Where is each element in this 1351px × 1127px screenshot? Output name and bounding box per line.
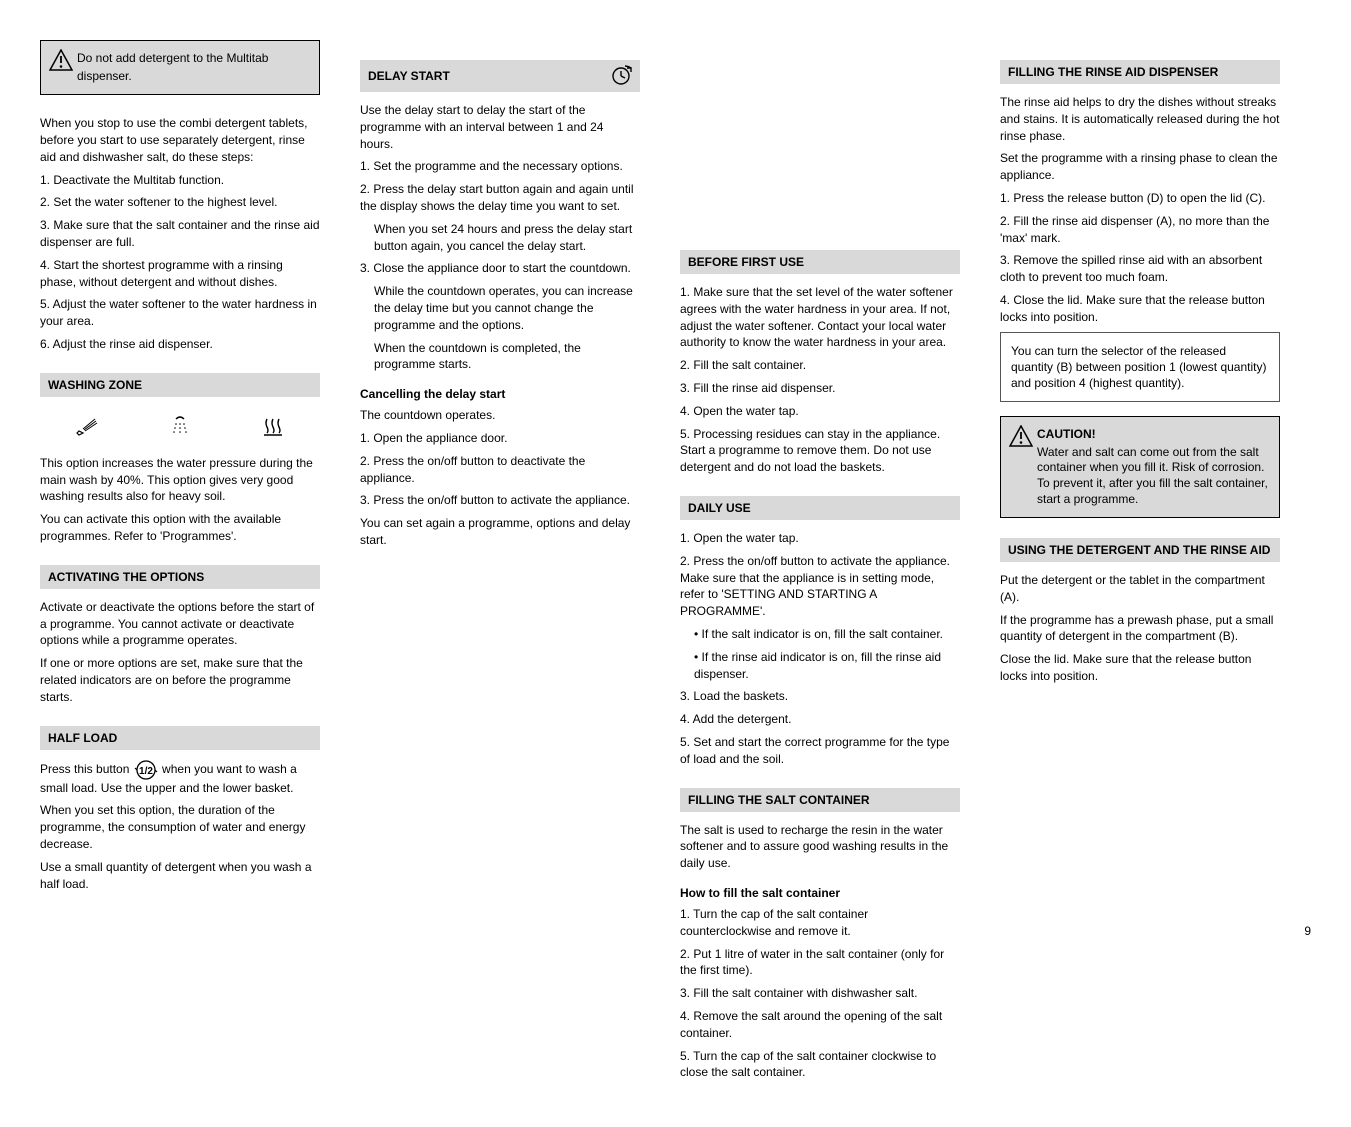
salt-s5: 5. Turn the cap of the salt container cl… [680, 1048, 960, 1082]
det-l2: If the programme has a prewash phase, pu… [1000, 612, 1280, 646]
cancel-delay-p1: The countdown operates. [360, 407, 640, 424]
halfload-p1: Press this button when you want to wash … [40, 760, 320, 797]
warning-triangle-icon [49, 49, 73, 71]
step-1: 1. Deactivate the Multitab function. [40, 172, 320, 189]
du-b2: • If the rinse aid indicator is on, fill… [694, 649, 960, 683]
rinse-note-box: You can turn the selector of the release… [1000, 332, 1280, 403]
bf-1: 1. Make sure that the set level of the w… [680, 284, 960, 351]
delay-p2a: 2. Press the delay start button again an… [360, 181, 640, 215]
warning-text-l1: Do not add detergent to the Multitab [77, 51, 311, 67]
delay-p2b: When you set 24 hours and press the dela… [374, 221, 640, 255]
salt-s4: 4. Remove the salt around the opening of… [680, 1008, 960, 1042]
before-first-use-heading: BEFORE FIRST USE [680, 250, 960, 274]
delay-intro: Use the delay start to delay the start o… [360, 102, 640, 152]
delay-p3b: While the countdown operates, you can in… [374, 283, 640, 333]
warn4-l1: CAUTION! [1037, 427, 1271, 443]
activate-options-heading: ACTIVATING THE OPTIONS [40, 565, 320, 589]
cancel-delay-subhead: Cancelling the delay start [360, 387, 640, 401]
warning-text-l2: dispenser. [77, 69, 311, 85]
delay-start-heading-text: DELAY START [368, 69, 450, 83]
rinse-l4: 4. Close the lid. Make sure that the rel… [1000, 292, 1280, 326]
washzone-note: You can activate this option with the av… [40, 511, 320, 545]
step-6: 6. Adjust the rinse aid dispenser. [40, 336, 320, 353]
du-1: 1. Open the water tap. [680, 530, 960, 547]
det-l3: Close the lid. Make sure that the releas… [1000, 651, 1280, 685]
rinse-p1: The rinse aid helps to dry the dishes wi… [1000, 94, 1280, 144]
rinse-l3: 3. Remove the spilled rinse aid with an … [1000, 252, 1280, 286]
cancel-delay-p5: You can set again a programme, options a… [360, 515, 640, 549]
step-5: 5. Adjust the water softener to the wate… [40, 296, 320, 330]
halfload-heading: HALF LOAD [40, 726, 320, 750]
bf-2: 2. Fill the salt container. [680, 357, 960, 374]
page-number: 9 [1304, 924, 1311, 938]
du-b2-text: If the rinse aid indicator is on, fill t… [694, 650, 941, 681]
spray-icon [75, 415, 99, 437]
svg-text:1/2: 1/2 [139, 766, 153, 777]
step-4: 4. Start the shortest programme with a r… [40, 257, 320, 291]
rinse-l2: 2. Fill the rinse aid dispenser (A), no … [1000, 213, 1280, 247]
cancel-delay-p3: 2. Press the on/off button to deactivate… [360, 453, 640, 487]
rinse-l1: 1. Press the release button (D) to open … [1000, 190, 1280, 207]
stop-combi-intro: When you stop to use the combi detergent… [40, 115, 320, 165]
bf-3: 3. Fill the rinse aid dispenser. [680, 380, 960, 397]
du-b1: • If the salt indicator is on, fill the … [694, 626, 960, 643]
delay-p3a: 3. Close the appliance door to start the… [360, 260, 640, 277]
salt-p1: The salt is used to recharge the resin i… [680, 822, 960, 872]
step-2: 2. Set the water softener to the highest… [40, 194, 320, 211]
opt-p2: If one or more options are set, make sur… [40, 655, 320, 705]
washzone-heading: WASHING ZONE [40, 373, 320, 397]
half-load-icon: 1/2 [133, 760, 159, 780]
step-3: 3. Make sure that the salt container and… [40, 217, 320, 251]
halfload-p3: Use a small quantity of detergent when y… [40, 859, 320, 893]
halfload-p2: When you set this option, the duration o… [40, 802, 320, 852]
delay-p3c: When the countdown is completed, the pro… [374, 340, 640, 374]
detergent-heading: USING THE DETERGENT AND THE RINSE AID [1000, 538, 1280, 562]
du-2: 2. Press the on/off button to activate t… [680, 553, 960, 620]
rinse-p2: Set the programme with a rinsing phase t… [1000, 150, 1280, 184]
du-3: 3. Load the baskets. [680, 688, 960, 705]
opt-p1: Activate or deactivate the options befor… [40, 599, 320, 649]
multitab-warning-box: Do not add detergent to the Multitab dis… [40, 40, 320, 95]
warn4-l2: Water and salt can come out from the sal… [1037, 445, 1271, 507]
rinse-note-text: You can turn the selector of the release… [1011, 344, 1266, 390]
rinse-aid-heading: FILLING THE RINSE AID DISPENSER [1000, 60, 1280, 84]
du-5: 5. Set and start the correct programme f… [680, 734, 960, 768]
salt-s3: 3. Fill the salt container with dishwash… [680, 985, 960, 1002]
washzone-body: This option increases the water pressure… [40, 455, 320, 505]
cancel-delay-p4: 3. Press the on/off button to activate t… [360, 492, 640, 509]
du-b1-text: If the salt indicator is on, fill the sa… [702, 627, 943, 641]
salt-warning-box: CAUTION! Water and salt can come out fro… [1000, 416, 1280, 518]
clock-arrow-icon [610, 65, 632, 87]
steam-icon [261, 415, 285, 437]
daily-use-heading: DAILY USE [680, 496, 960, 520]
delay-p1: 1. Set the programme and the necessary o… [360, 158, 640, 175]
salt-heading: FILLING THE SALT CONTAINER [680, 788, 960, 812]
salt-s2: 2. Put 1 litre of water in the salt cont… [680, 946, 960, 980]
delay-start-heading: DELAY START [360, 60, 640, 92]
cancel-delay-p2: 1. Open the appliance door. [360, 430, 640, 447]
washzone-icon-row [40, 415, 320, 437]
du-4: 4. Add the detergent. [680, 711, 960, 728]
bf-5: 5. Processing residues can stay in the a… [680, 426, 960, 476]
warning-triangle-icon-2 [1009, 425, 1033, 447]
det-l1: Put the detergent or the tablet in the c… [1000, 572, 1280, 606]
salt-s1: 1. Turn the cap of the salt container co… [680, 906, 960, 940]
bf-4: 4. Open the water tap. [680, 403, 960, 420]
shower-icon [168, 415, 192, 437]
salt-subhead: How to fill the salt container [680, 886, 960, 900]
